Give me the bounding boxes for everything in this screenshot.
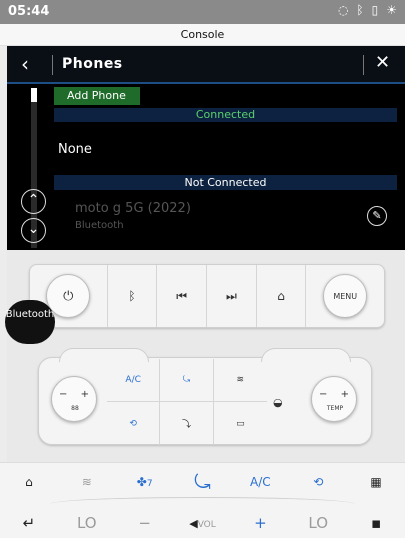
panel-header: ‹ Phones ✕ [7, 46, 405, 84]
rear-defrost-button[interactable]: ▭ [214, 402, 267, 445]
volume-up-button[interactable]: + [231, 514, 289, 532]
home-icon: ⌂ [277, 289, 285, 303]
vent-face-icon: ⤿ [182, 375, 191, 385]
bluetooth-icon: ᛒ [128, 289, 136, 303]
bluetooth-tooltip: Bluetooth [5, 300, 55, 344]
previous-track-icon: ⏮ [176, 288, 188, 303]
header-divider [52, 55, 53, 75]
max-defrost-button[interactable]: ≋ [213, 359, 267, 402]
battery-icon: ▯ [371, 3, 379, 17]
panel-hump-right [261, 348, 351, 362]
app-title: Console [0, 24, 405, 46]
right-temp[interactable]: LO [289, 514, 347, 532]
ac-nav-label: A/C [250, 475, 271, 489]
climate-panel: − + 88 A/C ⤿ ≋ ⟲ ⤵ ▭ ◒ − + TEMP [38, 348, 372, 445]
vent-face-icon: ⤿ [194, 470, 211, 494]
temp-decrease[interactable]: − [319, 389, 327, 400]
menu-label: MENU [333, 291, 358, 301]
vent-face-button[interactable]: ⤿ [160, 359, 214, 402]
volume-label: VOL [197, 519, 216, 530]
ac-button[interactable]: A/C [107, 359, 161, 402]
wifi-icon: ◌ [337, 3, 349, 17]
max-defrost-icon: ≋ [236, 375, 245, 385]
fan-increase[interactable]: + [81, 389, 89, 400]
volume-down-button[interactable]: − [116, 514, 174, 532]
overview-icon: ▪ [371, 514, 382, 532]
defrost-nav-button[interactable]: ≋ [58, 475, 116, 489]
apps-nav-button[interactable]: ▦ [347, 475, 405, 489]
recirculation-button[interactable]: ⟲ [107, 402, 161, 445]
next-track-button[interactable]: ⏭ [207, 265, 257, 327]
fan-nav-button[interactable]: ✤7 [116, 475, 174, 489]
front-defrost-icon: ◒ [273, 396, 283, 409]
left-temp[interactable]: LO [58, 514, 116, 532]
fan-speed: 7 [146, 479, 153, 489]
phones-panel: ‹ Phones ✕ Add Phone Connected None Not … [7, 46, 405, 250]
fan-knob[interactable]: − + 88 [51, 376, 97, 422]
climate-mode-grid: A/C ⤿ ≋ ⟲ ⤵ ▭ [107, 359, 267, 445]
bottom-bar: ⌂ ≋ ✤7 ⤿ A/C ⟲ ▦ ↵ LO − ◀VOL + LO ▪ [0, 462, 405, 538]
brightness-icon: ☀ [386, 3, 397, 17]
fan-label: 88 [71, 405, 79, 412]
power-icon: ⏻ [63, 288, 74, 304]
defrost-icon: ≋ [81, 475, 92, 489]
temp-knob[interactable]: − + TEMP [311, 376, 357, 422]
front-defrost-button[interactable]: ◒ [273, 396, 283, 409]
menu-button[interactable]: MENU [306, 265, 384, 327]
add-phone-button[interactable]: Add Phone [54, 87, 140, 105]
grid-icon: ▦ [370, 475, 382, 489]
device-name[interactable]: moto g 5G (2022) [75, 201, 191, 216]
previous-track-button[interactable]: ⏮ [157, 265, 207, 327]
back-button[interactable]: ‹ [21, 52, 29, 76]
status-icons: ◌ ᛒ ▯ ☀ [338, 3, 397, 17]
chevron-up-icon: ⌃ [27, 192, 40, 208]
device-type: Bluetooth [75, 220, 124, 231]
connected-device: None [58, 142, 92, 157]
status-bar: 05:44 ◌ ᛒ ▯ ☀ [0, 0, 405, 24]
fan-decrease[interactable]: − [59, 389, 67, 400]
ac-nav-button[interactable]: A/C [231, 475, 289, 489]
recirculation-icon: ⟲ [129, 418, 137, 429]
speaker-icon: ◀ [189, 516, 198, 530]
bottom-bar-bottom-row: ↵ LO − ◀VOL + LO ▪ [0, 507, 405, 538]
recirculation-nav-button[interactable]: ⟲ [289, 475, 347, 489]
media-control-row: ⏻ ᛒ ⏮ ⏭ ⌂ MENU [29, 264, 385, 328]
temp-label: TEMP [326, 405, 344, 412]
pencil-icon: ✎ [372, 209, 382, 222]
bottom-bar-top-row: ⌂ ≋ ✤7 ⤿ A/C ⟲ ▦ [0, 463, 405, 501]
not-connected-section-header: Not Connected [54, 175, 397, 190]
vent-floor-button[interactable]: ⤵ [160, 402, 214, 445]
seat-vent-nav-button[interactable]: ⤿ [174, 470, 232, 494]
overview-nav-button[interactable]: ▪ [347, 514, 405, 532]
scroll-down-button[interactable]: ⌄ [21, 218, 46, 243]
back-nav-button[interactable]: ↵ [0, 514, 58, 532]
connected-section-header: Connected [54, 108, 397, 122]
recirculation-icon: ⟲ [313, 475, 324, 489]
scrollbar-thumb[interactable] [31, 88, 37, 102]
vent-floor-icon: ⤵ [181, 420, 191, 430]
edit-device-button[interactable]: ✎ [367, 206, 387, 226]
status-time: 05:44 [8, 4, 50, 19]
plus-icon: + [254, 514, 267, 532]
home-icon: ⌂ [25, 475, 33, 489]
bluetooth-button[interactable]: ᛒ [108, 265, 158, 327]
rear-defrost-icon: ▭ [236, 418, 245, 429]
chevron-down-icon: ⌄ [27, 221, 40, 237]
header-divider-right [363, 55, 364, 75]
home-nav-button[interactable]: ⌂ [0, 475, 58, 489]
panel-title: Phones [62, 56, 123, 72]
temp-increase[interactable]: + [341, 389, 349, 400]
fan-icon: ✤ [136, 475, 147, 489]
ac-label: A/C [125, 375, 141, 385]
home-button[interactable]: ⌂ [257, 265, 307, 327]
volume-indicator: ◀VOL [174, 517, 232, 530]
scroll-up-button[interactable]: ⌃ [21, 189, 46, 214]
bluetooth-icon: ᛒ [356, 3, 364, 17]
next-track-icon: ⏭ [225, 288, 237, 303]
back-arrow-icon: ↵ [22, 514, 36, 532]
close-button[interactable]: ✕ [375, 52, 390, 73]
minus-icon: − [138, 514, 151, 532]
